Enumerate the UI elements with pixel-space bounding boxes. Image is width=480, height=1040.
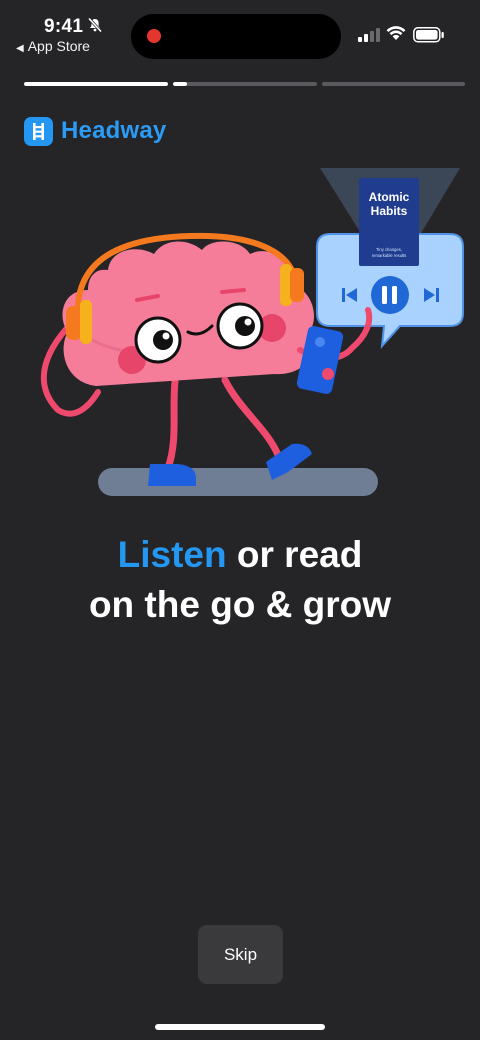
headline-line1: Listen or read <box>0 530 480 580</box>
pause-icon <box>371 276 409 314</box>
brain-listening-illustration: Atomic Habits Tiny changes, remarkable r… <box>40 168 464 496</box>
book-subtitle-line2: remarkable results <box>372 253 406 258</box>
headline-line2: on the go & grow <box>88 584 392 625</box>
progress-segment <box>173 82 317 86</box>
book-title-line2: Habits <box>371 204 408 218</box>
back-app-label: App Store <box>27 38 90 54</box>
mute-icon <box>87 17 103 33</box>
signal-icon <box>358 28 380 42</box>
headline-line1-rest: or read <box>226 534 363 575</box>
book-cover: Atomic Habits Tiny changes, remarkable r… <box>359 178 419 266</box>
onboarding-headline: Listen or read on the go & grow <box>0 530 480 630</box>
headway-logo-icon <box>24 116 53 146</box>
headway-logo: Headway <box>24 116 166 146</box>
story-progress <box>24 82 465 87</box>
left-shoe <box>148 464 196 486</box>
back-triangle-icon: ◀ <box>16 43 24 54</box>
progress-segment <box>322 82 465 86</box>
book-title-line1: Atomic <box>369 190 410 204</box>
left-leg <box>164 378 179 472</box>
skip-button[interactable]: Skip <box>198 925 283 984</box>
wifi-icon <box>386 26 406 40</box>
right-leg <box>221 376 282 459</box>
ground-shadow <box>98 468 378 496</box>
status-bar: 9:41 ◀ App Store <box>0 0 480 62</box>
recording-indicator <box>147 29 161 43</box>
back-to-app-store[interactable]: ◀ App Store <box>16 38 90 54</box>
home-indicator[interactable] <box>155 1024 325 1030</box>
battery-icon <box>413 27 444 43</box>
dynamic-island <box>131 14 341 59</box>
progress-segment <box>24 82 168 86</box>
book-subtitle-line1: Tiny changes, <box>376 247 402 252</box>
headline-accent: Listen <box>117 534 227 575</box>
status-time: 9:41 <box>44 16 84 37</box>
brand-name: Headway <box>61 117 167 144</box>
